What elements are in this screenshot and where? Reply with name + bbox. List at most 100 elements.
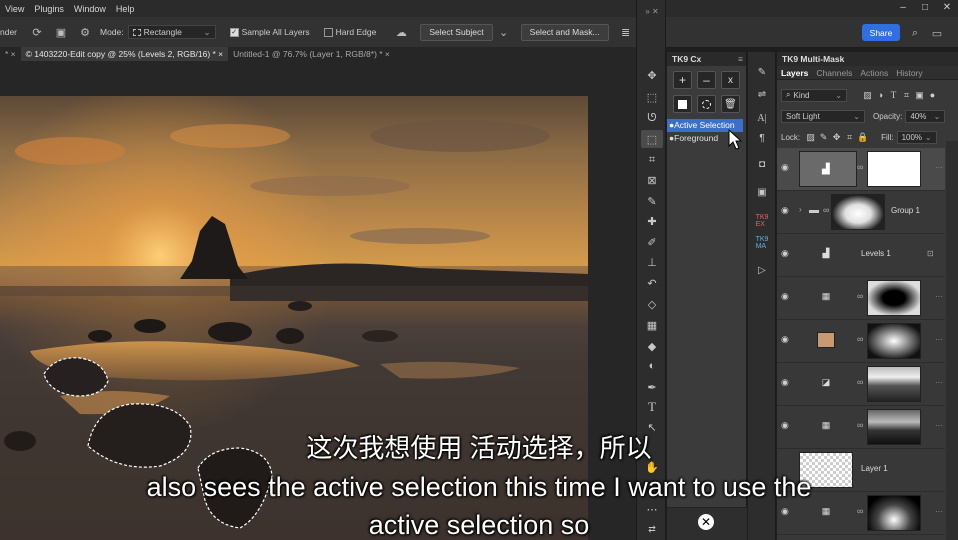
frame-tool-icon[interactable]: ⊠ bbox=[641, 171, 663, 189]
layer-menu-icon[interactable]: ⋯ bbox=[935, 378, 943, 387]
tab-edit-copy[interactable]: © 1403220-Edit copy @ 25% (Levels 2, RGB… bbox=[20, 47, 229, 61]
layer-menu-icon[interactable]: ⋯ bbox=[935, 292, 943, 301]
new-selection-button[interactable] bbox=[673, 95, 692, 113]
mask-thumbnail[interactable] bbox=[867, 366, 921, 402]
subtract-button[interactable]: – bbox=[697, 71, 716, 89]
lasso-tool-icon[interactable]: ᘎ bbox=[641, 109, 663, 127]
crop-tool-icon[interactable]: ⌗ bbox=[641, 151, 663, 169]
opacity-input[interactable]: 40% ⌄ bbox=[905, 109, 946, 123]
healing-brush-tool-icon[interactable]: ✚ bbox=[641, 212, 663, 230]
blend-mode-dropdown[interactable]: Soft Light ⌄ bbox=[781, 109, 865, 123]
lock-artboard-icon[interactable]: ⌗ bbox=[843, 132, 856, 143]
character-icon[interactable]: A| bbox=[753, 110, 771, 126]
filter-adjustment-icon[interactable]: ◑ bbox=[874, 90, 887, 100]
cloud-refine-icon[interactable]: ☁ bbox=[392, 23, 410, 41]
mask-thumbnail[interactable] bbox=[867, 280, 921, 316]
menu-window[interactable]: Window bbox=[69, 4, 111, 14]
feather-button[interactable] bbox=[697, 95, 716, 113]
eye-icon[interactable]: ◉ bbox=[781, 377, 789, 388]
menu-plugins[interactable]: Plugins bbox=[29, 4, 69, 14]
tk9-ex-icon[interactable]: TK9 EX bbox=[753, 212, 771, 230]
pen-tool-icon[interactable]: ✒ bbox=[641, 378, 663, 396]
filter-toggle-icon[interactable]: ● bbox=[926, 90, 939, 100]
layer-menu-icon[interactable]: ⋯ bbox=[935, 335, 943, 344]
gear-icon[interactable]: ⚙ bbox=[76, 23, 94, 41]
filter-type-icon[interactable]: T bbox=[887, 90, 900, 100]
menu-help[interactable]: Help bbox=[111, 4, 140, 14]
hard-edge-checkbox[interactable]: Hard Edge bbox=[323, 27, 376, 37]
select-subject-chevron-icon[interactable]: ⌄ bbox=[495, 23, 513, 41]
tab-untitled-1[interactable]: Untitled-1 @ 76.7% (Layer 1, RGB/8*) * × bbox=[228, 47, 395, 61]
close-window-button[interactable]: ✕ bbox=[936, 0, 958, 17]
refresh-icon[interactable]: ⟳ bbox=[28, 23, 46, 41]
layer-row-color-fill[interactable]: ◉ ∞ ⋯ bbox=[777, 320, 945, 363]
kind-filter-dropdown[interactable]: ⌕ Kind ⌄ bbox=[781, 88, 847, 102]
tab-previous[interactable]: * × bbox=[0, 47, 21, 61]
add-button[interactable]: + bbox=[673, 71, 692, 89]
mask-thumbnail[interactable] bbox=[867, 151, 921, 187]
filter-pixel-icon[interactable]: ▨ bbox=[861, 90, 874, 101]
group-mask-thumbnail[interactable] bbox=[831, 194, 885, 230]
eye-icon[interactable]: ◉ bbox=[781, 334, 789, 345]
lock-position-icon[interactable]: ✥ bbox=[830, 132, 843, 143]
move-tool-icon[interactable]: ✥ bbox=[641, 66, 663, 84]
libraries-icon[interactable]: ◘ bbox=[753, 156, 771, 172]
object-finder-icon[interactable]: ▣ bbox=[52, 23, 70, 41]
object-selection-tool-icon[interactable]: ⬚ bbox=[641, 130, 663, 148]
tk9-ma-icon[interactable]: TK9 MA bbox=[753, 234, 771, 252]
menu-view[interactable]: View bbox=[0, 4, 29, 14]
type-tool-icon[interactable]: T bbox=[641, 398, 663, 416]
eye-icon[interactable]: ◉ bbox=[781, 205, 789, 216]
gradient-tool-icon[interactable]: ▦ bbox=[641, 316, 663, 334]
color-fill-swatch[interactable] bbox=[817, 332, 835, 348]
mode-dropdown[interactable]: Rectangle ⌄ bbox=[127, 25, 216, 39]
blur-tool-icon[interactable]: ◆ bbox=[641, 337, 663, 355]
play-action-icon[interactable]: ▷ bbox=[753, 262, 771, 278]
search-icon[interactable]: ⌕ bbox=[906, 24, 924, 42]
panel-collapse-icon[interactable]: » ✕ bbox=[641, 6, 663, 16]
layer-row-levels-1[interactable]: ◉ ▟ Levels 1 ⊡ bbox=[777, 234, 945, 277]
expand-arrow-icon[interactable]: › bbox=[799, 205, 802, 214]
history-brush-tool-icon[interactable]: ↶ bbox=[641, 274, 663, 292]
tab-channels[interactable]: Channels bbox=[812, 68, 856, 78]
layer-row-levels-2[interactable]: ◉ ▟ ∞ ⋯ bbox=[777, 148, 945, 191]
filter-shape-icon[interactable]: ⌗ bbox=[900, 90, 913, 101]
share-button[interactable]: Share bbox=[862, 24, 900, 41]
trash-button[interactable]: 🗑 bbox=[721, 95, 740, 113]
maximize-button[interactable]: □ bbox=[914, 0, 936, 17]
canvas-area[interactable] bbox=[0, 61, 636, 540]
layer-row-bw-1[interactable]: ◉ ◪ ∞ ⋯ bbox=[777, 363, 945, 406]
panel-menu-icon[interactable]: ≡ bbox=[738, 52, 743, 66]
lock-all-icon[interactable]: 🔒 bbox=[856, 132, 869, 143]
workspace-icon[interactable]: ▭ bbox=[928, 24, 946, 42]
tab-layers[interactable]: Layers bbox=[777, 68, 812, 78]
brush-tool-icon[interactable]: ✐ bbox=[641, 233, 663, 251]
paragraph-icon[interactable]: ¶ bbox=[753, 130, 771, 146]
brush-settings-icon[interactable]: ✎ bbox=[753, 64, 771, 80]
sample-all-layers-checkbox[interactable]: ✓ Sample All Layers bbox=[229, 27, 310, 37]
lock-image-icon[interactable]: ✎ bbox=[817, 132, 830, 143]
properties-icon[interactable]: ▣ bbox=[753, 184, 771, 200]
intersect-button[interactable]: x bbox=[721, 71, 740, 89]
eyedropper-tool-icon[interactable]: ✎ bbox=[641, 192, 663, 210]
minimize-button[interactable]: – bbox=[892, 0, 914, 17]
layer-row-group-1[interactable]: ◉ › ▬ ∞ Group 1 bbox=[777, 191, 945, 234]
dodge-tool-icon[interactable]: ◐ bbox=[641, 357, 663, 375]
eraser-tool-icon[interactable]: ◇ bbox=[641, 295, 663, 313]
layer-row-curves[interactable]: ◉ ▦ ∞ ⋯ bbox=[777, 277, 945, 320]
select-and-mask-button[interactable]: Select and Mask... bbox=[520, 23, 609, 41]
layer-menu-icon[interactable]: ⋯ bbox=[935, 163, 943, 172]
eye-icon[interactable]: ◉ bbox=[781, 162, 789, 173]
mask-thumbnail[interactable] bbox=[867, 323, 921, 359]
marquee-tool-icon[interactable]: ⬚ bbox=[641, 88, 663, 106]
eye-icon[interactable]: ◉ bbox=[781, 291, 789, 302]
eye-icon[interactable]: ◉ bbox=[781, 248, 789, 259]
filter-smart-object-icon[interactable]: ▣ bbox=[913, 90, 926, 101]
lock-transparent-icon[interactable]: ▨ bbox=[804, 132, 817, 143]
adjustments-icon[interactable]: ⇌ bbox=[753, 86, 771, 102]
select-subject-button[interactable]: Select Subject bbox=[420, 23, 493, 41]
tab-history[interactable]: History bbox=[892, 68, 926, 78]
clone-stamp-tool-icon[interactable]: ⊥ bbox=[641, 253, 663, 271]
fill-input[interactable]: 100% ⌄ bbox=[896, 130, 937, 144]
sliders-icon[interactable]: ≣ bbox=[617, 23, 635, 41]
